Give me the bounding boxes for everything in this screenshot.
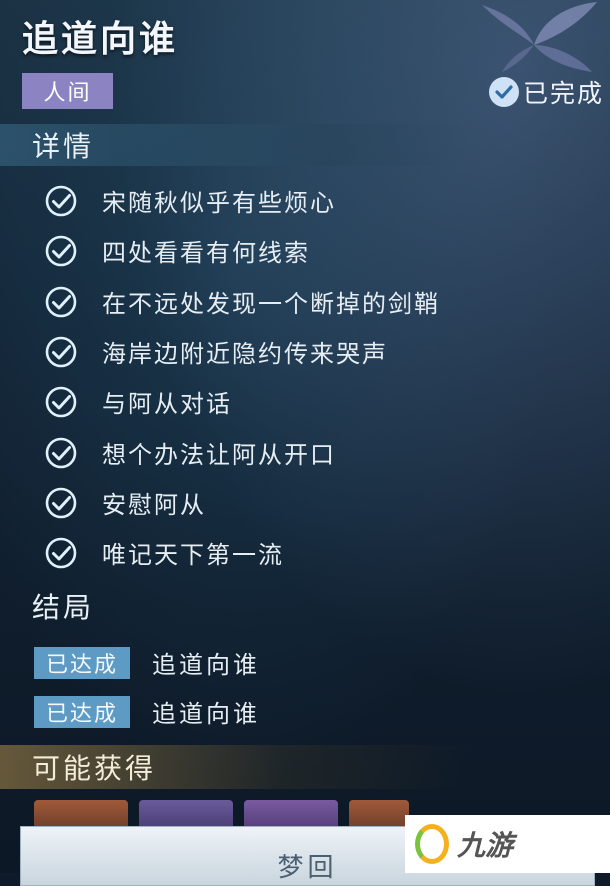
- watermark-logo-icon: [415, 824, 449, 864]
- task-label: 宋随秋似乎有些烦心: [102, 189, 336, 217]
- circle-check-icon: [45, 336, 77, 367]
- ending-badge: 已达成: [34, 646, 130, 679]
- completion-status: 已完成: [488, 74, 604, 110]
- circle-check-icon: [45, 537, 77, 568]
- region-tag: 人间: [22, 73, 113, 109]
- task-item: 唯记天下第一流: [44, 535, 284, 570]
- task-item: 想个办法让阿从开口: [44, 435, 336, 470]
- ending-row: 已达成 追道向谁: [34, 645, 260, 680]
- task-item: 四处看看有何线索: [44, 233, 310, 268]
- task-label: 安慰阿从: [102, 491, 206, 519]
- task-item: 海岸边附近隐约传来哭声: [44, 334, 388, 369]
- circle-check-icon: [45, 487, 77, 518]
- check-icon: [488, 77, 519, 107]
- task-label: 四处看看有何线索: [102, 239, 310, 267]
- watermark: 九游: [405, 815, 610, 873]
- ending-header: 结局: [32, 591, 95, 624]
- quest-title: 追道向谁: [22, 19, 179, 60]
- ending-badge: 已达成: [34, 695, 130, 728]
- task-label: 海岸边附近隐约传来哭声: [102, 340, 388, 368]
- rewards-header: 可能获得: [0, 745, 470, 789]
- dream-replay-label: 梦回: [277, 853, 338, 883]
- details-header: 详情: [0, 124, 470, 166]
- task-label: 与阿从对话: [102, 390, 232, 418]
- status-label: 已完成: [522, 79, 604, 108]
- circle-check-icon: [45, 286, 77, 317]
- ending-name: 追道向谁: [152, 651, 260, 679]
- task-item: 安慰阿从: [44, 485, 206, 520]
- circle-check-icon: [45, 185, 77, 216]
- task-item: 与阿从对话: [44, 384, 232, 419]
- watermark-text: 九游: [457, 829, 514, 862]
- task-item: 在不远处发现一个断掉的剑鞘: [44, 284, 440, 319]
- ending-row: 已达成 追道向谁: [34, 694, 260, 729]
- circle-check-icon: [45, 386, 77, 417]
- task-label: 唯记天下第一流: [102, 541, 284, 569]
- butterfly-icon: [482, 2, 597, 72]
- task-label: 想个办法让阿从开口: [102, 441, 336, 469]
- circle-check-icon: [45, 235, 77, 266]
- ending-name: 追道向谁: [152, 700, 260, 728]
- circle-check-icon: [45, 437, 77, 468]
- task-item: 宋随秋似乎有些烦心: [44, 183, 336, 218]
- task-label: 在不远处发现一个断掉的剑鞘: [102, 290, 440, 318]
